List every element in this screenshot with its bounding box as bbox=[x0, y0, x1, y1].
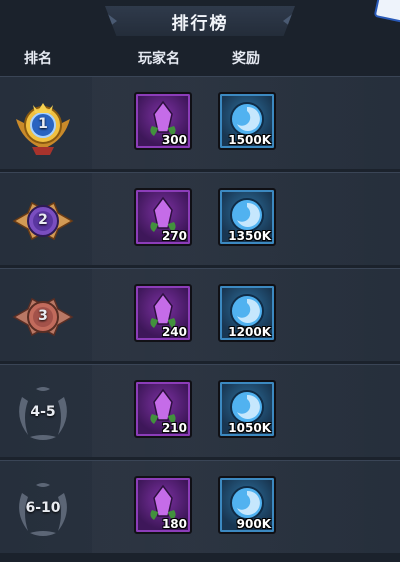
gold-medal-icon: 1 bbox=[8, 89, 78, 159]
purple-crystal-item[interactable]: 240 bbox=[134, 284, 192, 342]
blue-orb-item[interactable]: 1350K bbox=[218, 188, 276, 246]
rank-label: 6-10 bbox=[25, 500, 61, 516]
blue-orb-item[interactable]: 1200K bbox=[218, 284, 276, 342]
item-quantity: 900K bbox=[236, 517, 271, 531]
leaderboard-title-bar: 排行榜 bbox=[105, 6, 295, 36]
silver-medal-icon: 2 bbox=[8, 185, 78, 255]
table-row: 2 270 1350K bbox=[0, 172, 400, 265]
purple-crystal-item[interactable]: 300 bbox=[134, 92, 192, 150]
rank-label: 2 bbox=[38, 212, 48, 228]
blue-orb-icon bbox=[230, 486, 264, 520]
table-row: 6-10 180 900K bbox=[0, 460, 400, 553]
table-row: 1 300 1500K bbox=[0, 76, 400, 169]
header-player: 玩家名 bbox=[138, 51, 180, 67]
item-quantity: 270 bbox=[161, 229, 187, 243]
header-reward: 奖励 bbox=[232, 51, 260, 67]
edit-icon[interactable] bbox=[373, 0, 400, 23]
blue-orb-icon bbox=[230, 390, 264, 424]
table-header: 排名 玩家名 奖励 bbox=[0, 44, 400, 70]
blue-orb-item[interactable]: 1050K bbox=[218, 380, 276, 438]
blue-orb-icon bbox=[230, 102, 264, 136]
purple-crystal-icon bbox=[150, 292, 176, 328]
leaderboard-title: 排行榜 bbox=[171, 13, 229, 34]
purple-crystal-icon bbox=[150, 388, 176, 424]
purple-crystal-item[interactable]: 210 bbox=[134, 380, 192, 438]
item-quantity: 180 bbox=[161, 517, 187, 531]
table-row: 3 240 1200K bbox=[0, 268, 400, 361]
header-rank: 排名 bbox=[24, 51, 52, 67]
laurel-wreath-icon: 4-5 bbox=[8, 377, 78, 447]
bronze-medal-icon: 3 bbox=[8, 281, 78, 351]
rank-label: 1 bbox=[38, 116, 48, 132]
item-quantity: 210 bbox=[161, 421, 187, 435]
item-quantity: 1050K bbox=[228, 421, 271, 435]
blue-orb-icon bbox=[230, 294, 264, 328]
rank-label: 3 bbox=[38, 308, 48, 324]
item-quantity: 1200K bbox=[228, 325, 271, 339]
purple-crystal-icon bbox=[150, 196, 176, 232]
purple-crystal-item[interactable]: 270 bbox=[134, 188, 192, 246]
blue-orb-item[interactable]: 1500K bbox=[218, 92, 276, 150]
table-row: 4-5 210 1050K bbox=[0, 364, 400, 457]
item-quantity: 1500K bbox=[228, 133, 271, 147]
rank-label: 4-5 bbox=[30, 404, 56, 420]
item-quantity: 240 bbox=[161, 325, 187, 339]
laurel-wreath-icon: 6-10 bbox=[8, 473, 78, 543]
item-quantity: 300 bbox=[161, 133, 187, 147]
purple-crystal-icon bbox=[150, 484, 176, 520]
purple-crystal-item[interactable]: 180 bbox=[134, 476, 192, 534]
purple-crystal-icon bbox=[150, 100, 176, 136]
item-quantity: 1350K bbox=[228, 229, 271, 243]
blue-orb-item[interactable]: 900K bbox=[218, 476, 276, 534]
blue-orb-icon bbox=[230, 198, 264, 232]
